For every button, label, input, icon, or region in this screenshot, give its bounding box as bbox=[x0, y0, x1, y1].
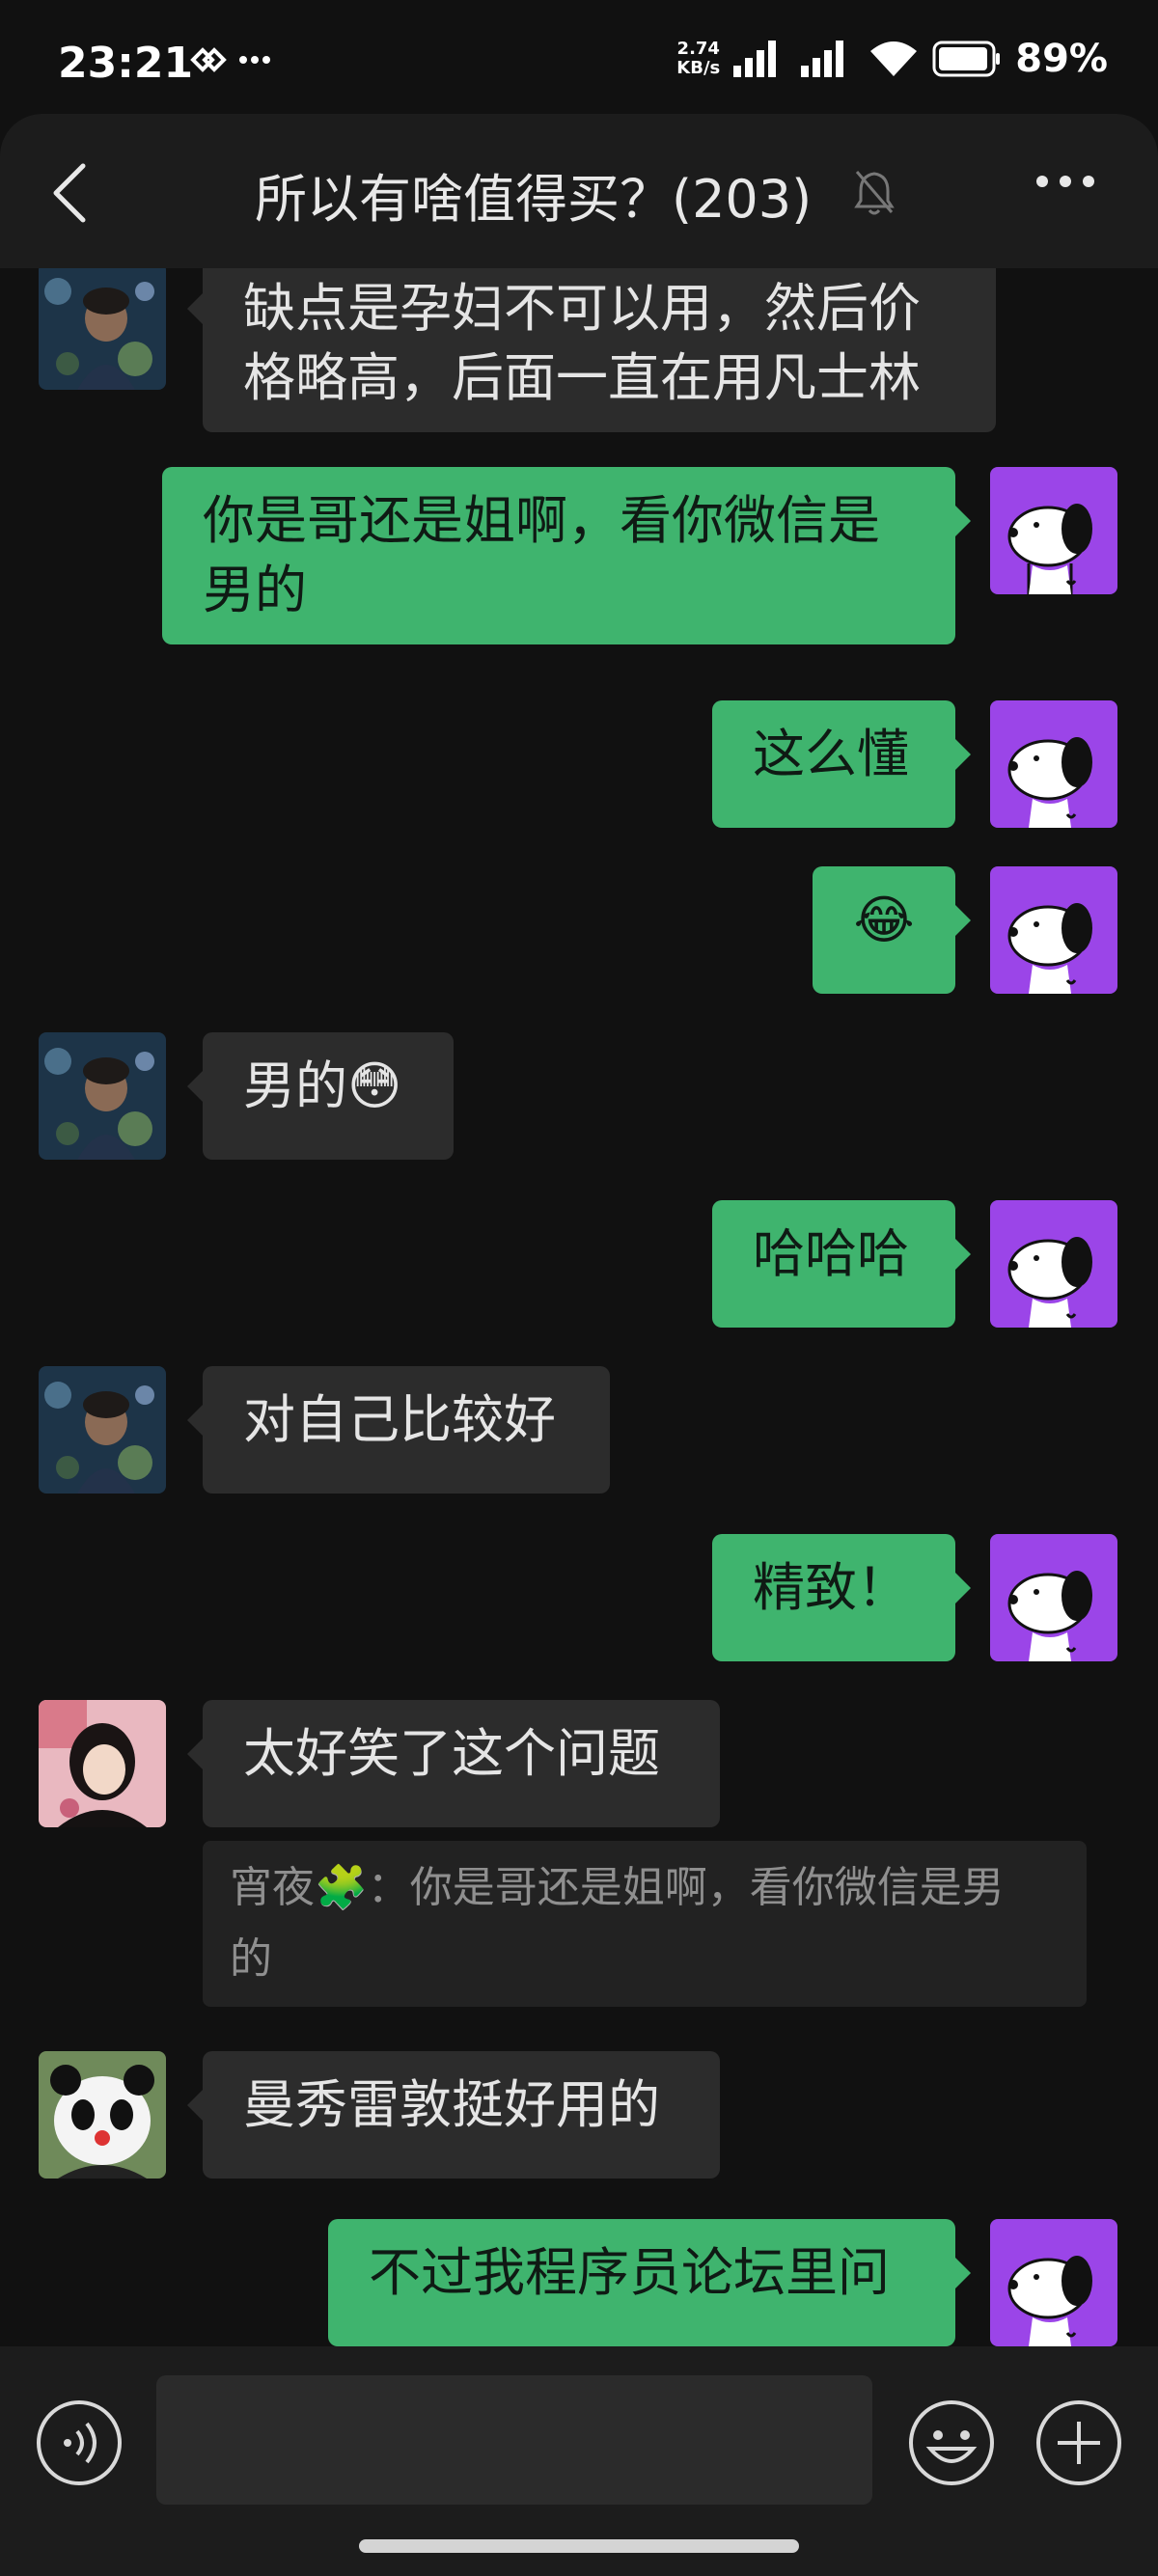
mute-bell-icon bbox=[854, 171, 895, 215]
message-bubble-incoming[interactable]: 男的😳 bbox=[187, 1032, 454, 1160]
message-bubble-incoming[interactable]: 太好笑了这个问题 bbox=[187, 1700, 720, 1827]
message-bubble-outgoing[interactable]: 不过我程序员论坛里问 bbox=[328, 2219, 971, 2346]
battery-percent: 89% bbox=[1015, 37, 1108, 81]
self-avatar-snoopy[interactable] bbox=[990, 700, 1117, 828]
message-bubble-outgoing[interactable]: 😂 bbox=[813, 866, 971, 994]
message-text: 这么懂 bbox=[753, 724, 909, 784]
self-avatar-snoopy[interactable] bbox=[990, 866, 1117, 994]
chat-title: 所以有啥值得买？(203) bbox=[255, 169, 813, 230]
avatar-man-in-garden[interactable] bbox=[39, 268, 166, 390]
self-avatar-snoopy[interactable] bbox=[990, 2219, 1117, 2346]
signal-icon-2 bbox=[801, 41, 844, 77]
status-bar: 23:21 2.74 KB/s 89% bbox=[0, 0, 1158, 116]
battery-icon bbox=[932, 41, 1001, 77]
home-indicator[interactable] bbox=[359, 2539, 799, 2553]
avatar-man-in-garden[interactable] bbox=[39, 1366, 166, 1494]
message-bubble-incoming[interactable]: 缺点是孕妇不可以用，然后价 格略高，后面一直在用凡士林 bbox=[187, 268, 996, 432]
message-bubble-outgoing[interactable]: 你是哥还是姐啊，看你微信是 男的 bbox=[162, 467, 971, 644]
laughing-emoji-icon: 😂 bbox=[853, 890, 915, 950]
message-text: 男的 bbox=[203, 560, 307, 620]
message-text: 精致！ bbox=[753, 1557, 909, 1618]
message-bubble-outgoing[interactable]: 哈哈哈 bbox=[712, 1200, 971, 1328]
notification-icons bbox=[189, 42, 276, 81]
more-options-icon[interactable] bbox=[1034, 174, 1096, 189]
message-text: 男的😳 bbox=[243, 1055, 402, 1116]
back-arrow-icon[interactable] bbox=[50, 162, 89, 224]
message-text: 对自己比较好 bbox=[243, 1389, 556, 1450]
message-bubble-outgoing[interactable]: 精致！ bbox=[712, 1534, 971, 1661]
message-list[interactable]: 缺点是孕妇不可以用，然后价 格略高，后面一直在用凡士林 你是哥还是姐啊，看你微信… bbox=[0, 268, 1158, 2346]
quoted-text: 的 bbox=[230, 1934, 272, 1984]
signal-icon bbox=[733, 41, 777, 77]
avatar-man-in-garden[interactable] bbox=[39, 1032, 166, 1160]
self-avatar-snoopy[interactable] bbox=[990, 1534, 1117, 1661]
emoji-icon[interactable] bbox=[907, 2398, 996, 2487]
message-text: 太好笑了这个问题 bbox=[243, 1723, 660, 1784]
message-text: 你是哥还是姐啊，看你微信是 bbox=[203, 490, 880, 551]
message-text: 哈哈哈 bbox=[753, 1223, 909, 1284]
voice-input-icon[interactable] bbox=[35, 2398, 124, 2487]
avatar-panda[interactable] bbox=[39, 2051, 166, 2179]
message-text: 不过我程序员论坛里问 bbox=[369, 2242, 890, 2303]
avatar-girl[interactable] bbox=[39, 1700, 166, 1827]
status-time: 23:21 bbox=[58, 39, 194, 88]
quoted-message[interactable]: 宵夜🧩：你是哥还是姐啊，看你微信是男 的 bbox=[203, 1841, 1087, 2007]
message-bubble-outgoing[interactable]: 这么懂 bbox=[712, 700, 971, 828]
chat-header: 所以有啥值得买？(203) bbox=[0, 114, 1158, 268]
quoted-text: 宵夜🧩：你是哥还是姐啊，看你微信是男 bbox=[230, 1863, 1005, 1912]
network-speed-value: 2.74 bbox=[676, 39, 720, 59]
message-text: 缺点是孕妇不可以用，然后价 bbox=[243, 278, 921, 339]
message-bubble-incoming[interactable]: 对自己比较好 bbox=[187, 1366, 610, 1494]
self-avatar-snoopy[interactable] bbox=[990, 1200, 1117, 1328]
add-more-icon[interactable] bbox=[1034, 2398, 1123, 2487]
message-text: 格略高，后面一直在用凡士林 bbox=[243, 347, 921, 408]
wifi-icon bbox=[870, 41, 918, 76]
message-text: 曼秀雷敦挺好用的 bbox=[243, 2074, 660, 2135]
network-speed: 2.74 KB/s bbox=[676, 40, 720, 78]
self-avatar-snoopy[interactable] bbox=[990, 467, 1117, 594]
network-speed-unit: KB/s bbox=[676, 58, 721, 78]
message-input[interactable] bbox=[156, 2375, 872, 2505]
message-bubble-incoming[interactable]: 曼秀雷敦挺好用的 bbox=[187, 2051, 720, 2179]
